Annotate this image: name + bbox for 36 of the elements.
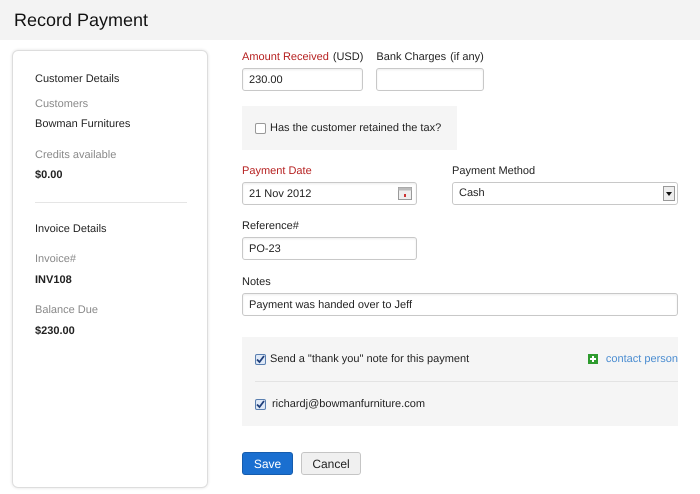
field-label: Invoice# [35,252,77,267]
checkbox[interactable] [255,354,266,364]
input-field[interactable]: Payment was handed over to Jeff [242,293,678,316]
field-label: Balance Due [35,303,99,318]
field-label: Payment Date [242,164,312,178]
input-field[interactable]: 230.00 [242,68,363,91]
section-heading: Customer Details [35,72,120,87]
page-title: Record Payment [14,8,148,32]
field-label: Amount Received [242,50,329,64]
caret-icon[interactable] [663,186,675,201]
cancel-button[interactable]: Cancel [301,452,361,475]
field-label: Notes [242,274,271,290]
save-button[interactable]: Save [242,452,293,475]
field-value: INV108 [35,272,73,288]
field-label-note: (USD) [332,50,364,64]
section-heading: Invoice Details [35,222,108,236]
field-value: Bowman Furnitures [35,117,132,132]
field-label-note: (if any) [450,50,484,64]
field-label: Customers [35,96,90,112]
field-label: Credits available [35,148,118,162]
dropdown[interactable]: Cash [452,182,678,205]
field-label: Bank Charges [376,50,446,64]
recipient-email: richardj@bowmanfurniture.com [272,396,426,412]
field-label: Payment Method [452,164,536,178]
field-value: $0.00 [35,168,64,183]
input-field[interactable] [376,68,484,91]
checkbox[interactable] [255,122,266,134]
input-field[interactable]: 21 Nov 2012 [242,182,417,205]
calendar-icon[interactable] [398,186,412,200]
checkbox[interactable] [255,398,266,410]
field-value: $230.00 [35,324,76,338]
checkbox-label: Send a "thank you" note for this payment [270,352,470,367]
plus-icon[interactable] [588,354,598,364]
field-label: Reference# [242,218,299,234]
checkbox-label: Has the customer retained the tax? [270,120,442,136]
input-field[interactable]: PO-23 [242,237,417,260]
